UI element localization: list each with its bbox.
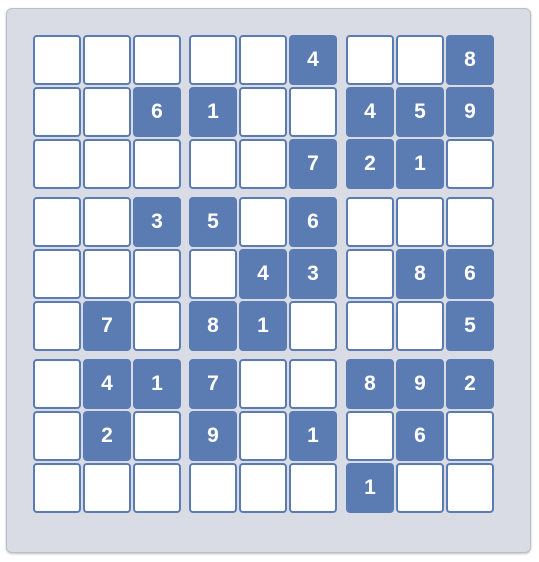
sudoku-cell-r9-c2[interactable] (83, 463, 131, 513)
sudoku-cell-r1-c6: 4 (289, 35, 337, 85)
sudoku-cell-r2-c2[interactable] (83, 87, 131, 137)
sudoku-cell-r7-c1[interactable] (33, 359, 81, 409)
sudoku-cell-r9-c9[interactable] (446, 463, 494, 513)
sudoku-cell-r2-c8: 5 (396, 87, 444, 137)
sudoku-cell-r6-c2: 7 (83, 301, 131, 351)
sudoku-cell-r1-c7[interactable] (346, 35, 394, 85)
sudoku-cell-r3-c5[interactable] (239, 139, 287, 189)
sudoku-cell-r8-c3[interactable] (133, 411, 181, 461)
sudoku-cell-r4-c5[interactable] (239, 197, 287, 247)
sudoku-cell-r5-c8: 8 (396, 249, 444, 299)
sudoku-cell-r8-c2: 2 (83, 411, 131, 461)
sudoku-cell-r3-c1[interactable] (33, 139, 81, 189)
sudoku-cell-r7-c2: 4 (83, 359, 131, 409)
sudoku-cell-r3-c3[interactable] (133, 139, 181, 189)
sudoku-cell-r9-c8[interactable] (396, 463, 444, 513)
sudoku-cell-r7-c6[interactable] (289, 359, 337, 409)
sudoku-cell-r2-c4: 1 (189, 87, 237, 137)
sudoku-cell-r6-c6[interactable] (289, 301, 337, 351)
sudoku-cell-r5-c5: 4 (239, 249, 287, 299)
sudoku-cell-r9-c7: 1 (346, 463, 394, 513)
sudoku-cell-r5-c7[interactable] (346, 249, 394, 299)
sudoku-cell-r8-c6: 1 (289, 411, 337, 461)
sudoku-cell-r2-c1[interactable] (33, 87, 81, 137)
sudoku-cell-r2-c6[interactable] (289, 87, 337, 137)
sudoku-cell-r5-c1[interactable] (33, 249, 81, 299)
sudoku-cell-r5-c6: 3 (289, 249, 337, 299)
sudoku-cell-r2-c7: 4 (346, 87, 394, 137)
sudoku-cell-r1-c3[interactable] (133, 35, 181, 85)
sudoku-cell-r9-c5[interactable] (239, 463, 287, 513)
sudoku-cell-r6-c4: 8 (189, 301, 237, 351)
sudoku-cell-r4-c8[interactable] (396, 197, 444, 247)
sudoku-cell-r4-c2[interactable] (83, 197, 131, 247)
sudoku-cell-r5-c2[interactable] (83, 249, 131, 299)
sudoku-cell-r1-c4[interactable] (189, 35, 237, 85)
sudoku-cell-r6-c7[interactable] (346, 301, 394, 351)
sudoku-cell-r4-c9[interactable] (446, 197, 494, 247)
sudoku-cell-r7-c3: 1 (133, 359, 181, 409)
sudoku-cell-r6-c1[interactable] (33, 301, 81, 351)
sudoku-cell-r4-c1[interactable] (33, 197, 81, 247)
sudoku-cell-r8-c1[interactable] (33, 411, 81, 461)
sudoku-cell-r1-c8[interactable] (396, 35, 444, 85)
sudoku-cell-r6-c8[interactable] (396, 301, 444, 351)
sudoku-cell-r6-c3[interactable] (133, 301, 181, 351)
sudoku-cell-r8-c4: 9 (189, 411, 237, 461)
sudoku-cell-r4-c7[interactable] (346, 197, 394, 247)
sudoku-cell-r1-c5[interactable] (239, 35, 287, 85)
sudoku-cell-r3-c7: 2 (346, 139, 394, 189)
sudoku-cell-r9-c1[interactable] (33, 463, 81, 513)
sudoku-cell-r4-c3: 3 (133, 197, 181, 247)
sudoku-cell-r8-c9[interactable] (446, 411, 494, 461)
sudoku-cell-r3-c8: 1 (396, 139, 444, 189)
sudoku-cell-r2-c9: 9 (446, 87, 494, 137)
sudoku-cell-r8-c7[interactable] (346, 411, 394, 461)
sudoku-cell-r2-c5[interactable] (239, 87, 287, 137)
sudoku-cell-r5-c4[interactable] (189, 249, 237, 299)
sudoku-cell-r5-c9: 6 (446, 249, 494, 299)
sudoku-cell-r9-c6[interactable] (289, 463, 337, 513)
sudoku-cell-r6-c5: 1 (239, 301, 287, 351)
sudoku-cell-r8-c8: 6 (396, 411, 444, 461)
sudoku-cell-r9-c3[interactable] (133, 463, 181, 513)
sudoku-cell-r3-c2[interactable] (83, 139, 131, 189)
sudoku-cell-r5-c3[interactable] (133, 249, 181, 299)
sudoku-cell-r6-c9: 5 (446, 301, 494, 351)
sudoku-board: 48614597213564386781541789229161 (6, 8, 531, 553)
sudoku-cell-r1-c9: 8 (446, 35, 494, 85)
sudoku-cell-r9-c4[interactable] (189, 463, 237, 513)
sudoku-cell-r4-c4: 5 (189, 197, 237, 247)
sudoku-cell-r1-c1[interactable] (33, 35, 81, 85)
sudoku-cell-r1-c2[interactable] (83, 35, 131, 85)
sudoku-cell-r4-c6: 6 (289, 197, 337, 247)
sudoku-cell-r2-c3: 6 (133, 87, 181, 137)
sudoku-cell-r3-c9[interactable] (446, 139, 494, 189)
sudoku-cell-r3-c4[interactable] (189, 139, 237, 189)
sudoku-cell-r3-c6: 7 (289, 139, 337, 189)
sudoku-cell-r8-c5[interactable] (239, 411, 287, 461)
sudoku-cell-r7-c8: 9 (396, 359, 444, 409)
sudoku-cell-r7-c4: 7 (189, 359, 237, 409)
sudoku-cell-r7-c5[interactable] (239, 359, 287, 409)
sudoku-cell-r7-c7: 8 (346, 359, 394, 409)
sudoku-cell-r7-c9: 2 (446, 359, 494, 409)
